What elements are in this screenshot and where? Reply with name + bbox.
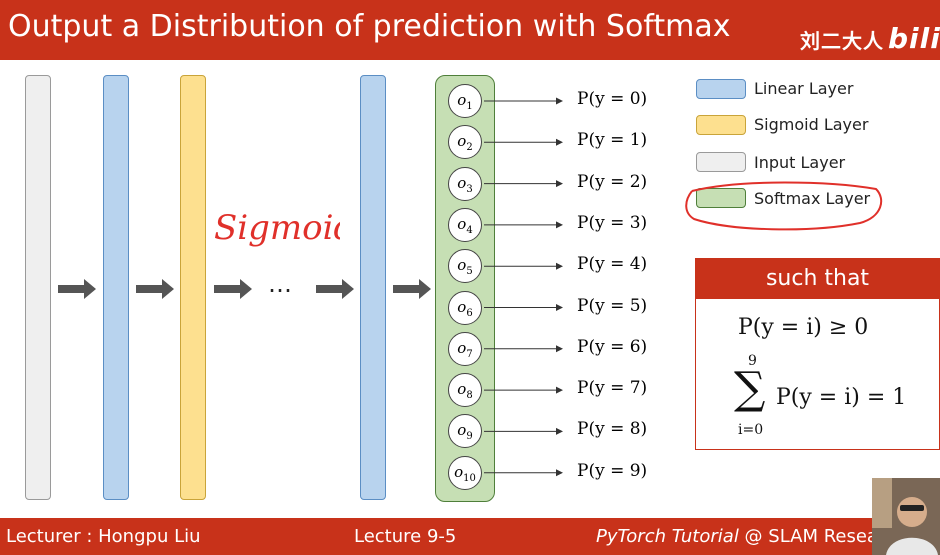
constraint-nonnegative: P(y = i) ≥ 0 (738, 315, 869, 340)
footer-course-name: PyTorch Tutorial (596, 526, 739, 547)
output-probability-label: P(y = 8) (577, 419, 648, 440)
sum-symbol: ∑ (734, 363, 766, 414)
output-probability-label: P(y = 6) (577, 336, 648, 357)
output-arrowhead (556, 97, 563, 105)
presenter-avatar-icon (872, 478, 940, 555)
output-arrowhead (556, 427, 563, 435)
legend-swatch-linear (696, 79, 746, 99)
handwritten-circle-annotation (685, 181, 883, 231)
output-probability-label: P(y = 9) (577, 460, 648, 481)
constraints-box: such that P(y = i) ≥ 0 9 ∑ i=0 P(y = i) … (695, 258, 940, 450)
output-arrowhead (556, 386, 563, 394)
footer-course-org: @ SLAM Resea (738, 526, 878, 547)
legend-label-input: Input Layer (754, 153, 846, 172)
legend-swatch-input (696, 152, 746, 172)
footer-lecture-number: Lecture 9-5 (354, 526, 457, 547)
output-probability-label: P(y = 7) (577, 378, 648, 399)
output-arrowhead (556, 180, 563, 188)
output-probability-label: P(y = 5) (577, 295, 648, 316)
output-arrowhead (556, 304, 563, 311)
constraints-header: such that (696, 259, 939, 299)
output-arrowhead (556, 262, 563, 270)
footer-lecturer: Lecturer : Hongpu Liu (6, 526, 201, 547)
output-arrowhead (556, 138, 563, 146)
output-probability-label: P(y = 3) (577, 212, 648, 233)
footer-course: PyTorch Tutorial @ SLAM Resea (596, 526, 878, 547)
output-probability-label: P(y = 2) (577, 171, 648, 192)
output-probability-label: P(y = 4) (577, 254, 648, 275)
footer-bar: Lecturer : Hongpu Liu Lecture 9-5 PyTorc… (0, 518, 940, 555)
output-arrowhead (556, 345, 563, 353)
legend-label-linear: Linear Layer (754, 79, 854, 98)
output-probability-label: P(y = 0) (577, 89, 648, 109)
sum-lower-limit: i=0 (738, 422, 764, 438)
constraint-sum-to-one: P(y = i) = 1 (776, 385, 907, 410)
output-probability-label: P(y = 1) (577, 130, 648, 151)
presenter-webcam (872, 478, 940, 555)
legend-label-sigmoid: Sigmoid Layer (754, 115, 869, 134)
legend-swatch-sigmoid (696, 115, 746, 135)
output-arrowhead (556, 221, 563, 229)
output-arrowhead (556, 469, 563, 477)
